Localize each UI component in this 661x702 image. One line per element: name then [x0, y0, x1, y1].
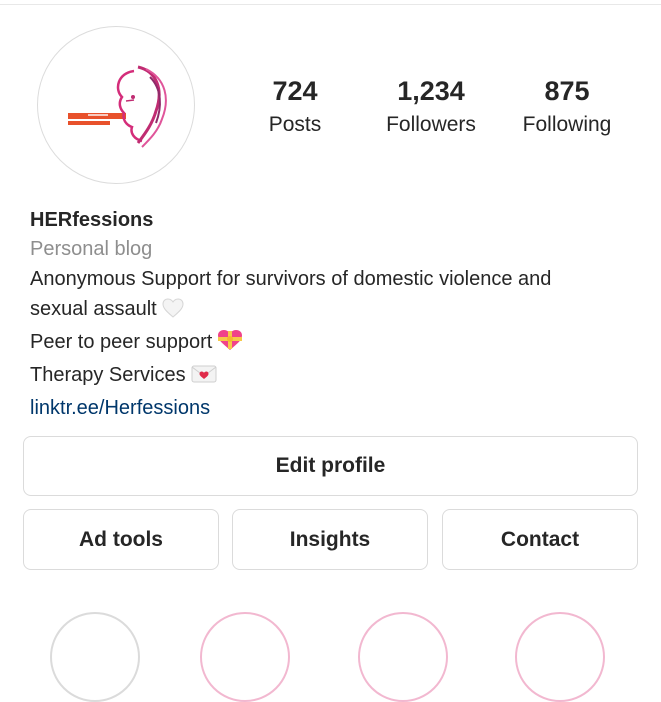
herfessions-logo-icon — [68, 65, 167, 148]
followers-count-value: 1,234 — [397, 76, 465, 106]
story-highlight[interactable] — [200, 612, 290, 702]
profile-link[interactable]: linktr.ee/Herfessions — [30, 393, 640, 423]
posts-count[interactable]: 724 Posts — [230, 74, 360, 140]
edit-profile-button[interactable]: Edit profile — [23, 436, 638, 496]
profile-username: HERfessions — [30, 209, 154, 231]
posts-count-value: 724 — [272, 76, 318, 106]
bio-line: Therapy Services — [30, 360, 640, 393]
story-highlight[interactable] — [358, 612, 448, 702]
story-highlight[interactable] — [515, 612, 605, 702]
insights-button[interactable]: Insights — [232, 509, 428, 570]
top-divider — [0, 4, 661, 5]
story-highlight[interactable] — [50, 612, 140, 702]
bio-line: sexual assault — [30, 294, 640, 327]
following-count[interactable]: 875 Following — [502, 74, 632, 140]
followers-count-label: Followers — [386, 113, 476, 136]
contact-button[interactable]: Contact — [442, 509, 638, 570]
white-heart-icon — [162, 297, 184, 327]
ad-tools-button[interactable]: Ad tools — [23, 509, 219, 570]
following-count-value: 875 — [544, 76, 590, 106]
followers-count[interactable]: 1,234 Followers — [366, 74, 496, 140]
bio-line: Peer to peer support — [30, 327, 640, 360]
love-letter-icon — [191, 363, 217, 393]
profile-bio: HERfessions Personal blog Anonymous Supp… — [30, 206, 640, 423]
posts-count-label: Posts — [268, 113, 322, 136]
following-count-label: Following — [522, 113, 612, 136]
profile-category: Personal blog — [30, 238, 153, 260]
heart-with-ribbon-icon — [217, 329, 243, 360]
profile-avatar[interactable] — [37, 26, 195, 184]
bio-line: Anonymous Support for survivors of domes… — [30, 268, 552, 290]
